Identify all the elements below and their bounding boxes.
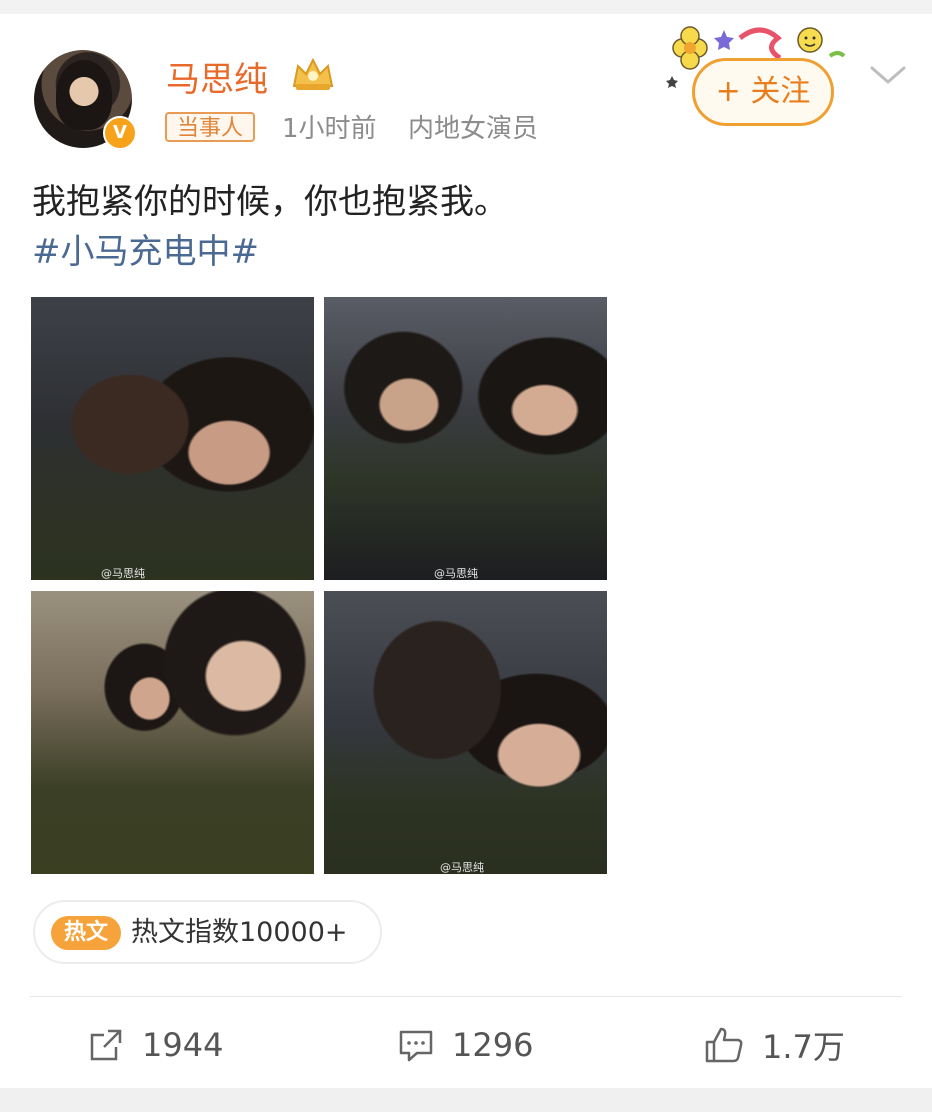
bottom-separator	[0, 1088, 932, 1112]
crown-icon	[292, 57, 334, 90]
chevron-down-icon[interactable]	[868, 62, 908, 88]
verified-icon: V	[103, 116, 137, 150]
photo-watermark: @马思纯	[440, 861, 484, 874]
comment-icon	[399, 1030, 433, 1062]
hot-article-badge[interactable]: 热文 热文指数10000+	[33, 900, 382, 964]
post-time: 1小时前	[282, 114, 377, 144]
author-name[interactable]: 马思纯	[166, 52, 268, 101]
hot-index-text: 热文指数10000+	[131, 917, 348, 948]
follow-button[interactable]: + 关注	[692, 58, 834, 126]
status-badge: 当事人	[165, 112, 256, 142]
author-role: 内地女演员	[408, 114, 539, 144]
like-button[interactable]: 1.7万	[704, 1020, 845, 1070]
hot-icon: 热文	[51, 916, 121, 950]
like-count: 1.7万	[762, 1028, 845, 1066]
comment-button[interactable]: 1296	[398, 1020, 533, 1070]
hashtag-link[interactable]: #小马充电中#	[32, 230, 259, 274]
photo-watermark: @马思纯	[434, 567, 478, 580]
like-icon	[705, 1027, 743, 1063]
repost-button[interactable]: 1944	[88, 1020, 223, 1070]
post-photo-4[interactable]: @马思纯	[324, 591, 607, 874]
post-photo-2[interactable]: @马思纯	[324, 297, 607, 580]
repost-count: 1944	[142, 1026, 224, 1064]
post-photo-1[interactable]: @马思纯	[31, 297, 314, 580]
post-text: 我抱紧你的时候，你也抱紧我。	[32, 182, 508, 222]
share-icon	[90, 1029, 122, 1061]
comment-count: 1296	[452, 1026, 534, 1064]
photo-watermark: @马思纯	[101, 567, 145, 580]
post-photo-3[interactable]	[31, 591, 314, 874]
divider	[30, 996, 902, 997]
